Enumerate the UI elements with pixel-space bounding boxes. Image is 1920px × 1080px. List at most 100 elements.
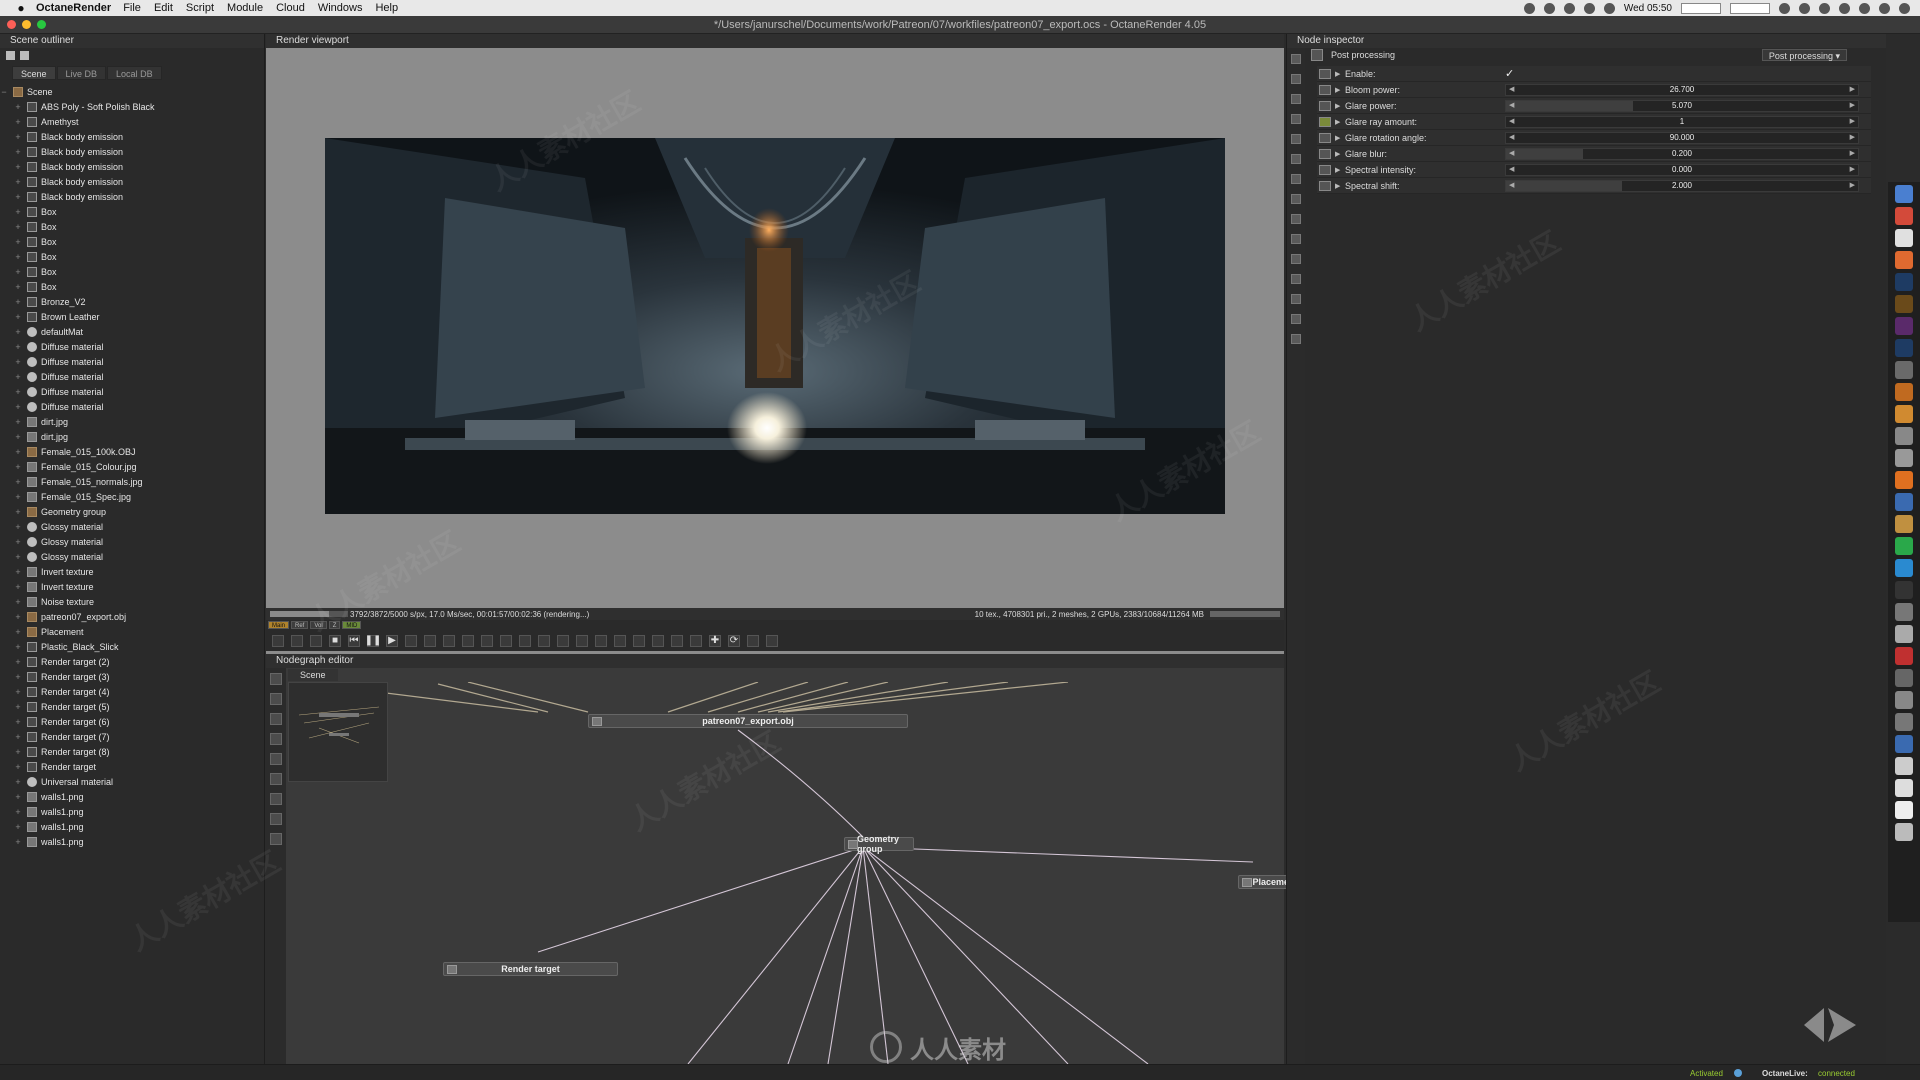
tree-item[interactable]: + walls1.png: [0, 804, 264, 819]
inspector-tool-icon[interactable]: [1291, 334, 1301, 344]
increment-arrow-icon[interactable]: ▶: [1850, 149, 1855, 159]
expand-icon[interactable]: +: [14, 762, 22, 772]
render-image[interactable]: [325, 138, 1225, 514]
tab-nodegraph-scene[interactable]: Scene: [288, 669, 338, 681]
pass-z-button[interactable]: Z: [328, 621, 341, 629]
blender-icon[interactable]: [1895, 471, 1913, 489]
move-icon[interactable]: ✚: [709, 634, 721, 647]
premiere-icon[interactable]: [1895, 317, 1913, 335]
menu-clock[interactable]: Wed 05:50: [1624, 3, 1672, 14]
tree-item[interactable]: + Box: [0, 264, 264, 279]
node-tool-icon[interactable]: [270, 753, 282, 765]
chrome-icon[interactable]: [1895, 207, 1913, 225]
node-tool-icon[interactable]: [270, 773, 282, 785]
tree-item[interactable]: + Box: [0, 279, 264, 294]
expand-icon[interactable]: +: [14, 822, 22, 832]
tree-item[interactable]: + Black body emission: [0, 144, 264, 159]
expand-icon[interactable]: +: [14, 282, 22, 292]
tree-item[interactable]: + Invert texture: [0, 564, 264, 579]
expand-icon[interactable]: +: [14, 582, 22, 592]
expand-icon[interactable]: +: [14, 192, 22, 202]
apple-menu-icon[interactable]: ●: [14, 1, 28, 15]
time-machine-icon[interactable]: [1799, 2, 1810, 14]
expand-icon[interactable]: +: [14, 147, 22, 157]
region-icon[interactable]: [500, 634, 512, 647]
expand-icon[interactable]: +: [14, 132, 22, 142]
node-tool-icon[interactable]: [270, 713, 282, 725]
decal-icon[interactable]: [481, 634, 493, 647]
expand-icon[interactable]: +: [14, 297, 22, 307]
save-image-icon[interactable]: [671, 634, 683, 647]
tree-item[interactable]: + patreon07_export.obj: [0, 609, 264, 624]
expand-icon[interactable]: +: [14, 387, 22, 397]
tree-item[interactable]: + Female_015_Colour.jpg: [0, 459, 264, 474]
tree-item[interactable]: + ABS Poly - Soft Polish Black: [0, 99, 264, 114]
dropbox-icon[interactable]: [1563, 2, 1575, 14]
expand-icon[interactable]: +: [14, 657, 22, 667]
app-icon[interactable]: [1895, 581, 1913, 599]
tree-item[interactable]: + Black body emission: [0, 189, 264, 204]
bluetooth-icon[interactable]: [1819, 2, 1830, 14]
tree-item[interactable]: + walls1.png: [0, 819, 264, 834]
expand-param-icon[interactable]: ▶: [1335, 118, 1345, 126]
tree-item[interactable]: + Diffuse material: [0, 369, 264, 384]
tree-item[interactable]: + Render target (5): [0, 699, 264, 714]
spotify-icon[interactable]: [1895, 537, 1913, 555]
node-tool-icon[interactable]: [270, 693, 282, 705]
subsample-icon[interactable]: [462, 634, 474, 647]
tree-item[interactable]: + Box: [0, 249, 264, 264]
app-icon[interactable]: [1895, 625, 1913, 643]
expand-icon[interactable]: +: [14, 492, 22, 502]
enable-checkbox[interactable]: ✓: [1505, 68, 1859, 80]
app-icon[interactable]: [1895, 603, 1913, 621]
search-icon[interactable]: [1879, 2, 1890, 14]
expand-icon[interactable]: +: [14, 687, 22, 697]
minimize-window-button[interactable]: [22, 20, 31, 29]
app-icon[interactable]: [1895, 405, 1913, 423]
menu-file[interactable]: File: [123, 2, 141, 14]
expand-param-icon[interactable]: ▶: [1335, 166, 1345, 174]
app-icon[interactable]: [1895, 361, 1913, 379]
param-slider[interactable]: ◀ 5.070 ▶: [1505, 99, 1859, 112]
expand-param-icon[interactable]: ▶: [1335, 70, 1345, 78]
param-pin-icon[interactable]: [1319, 180, 1331, 191]
expand-icon[interactable]: +: [14, 207, 22, 217]
expand-icon[interactable]: +: [14, 357, 22, 367]
tree-item[interactable]: + Glossy material: [0, 534, 264, 549]
expand-param-icon[interactable]: ▶: [1335, 182, 1345, 190]
close-window-button[interactable]: [7, 20, 16, 29]
param-slider[interactable]: ◀ 90.000 ▶: [1505, 131, 1859, 144]
node-tool-icon[interactable]: [270, 733, 282, 745]
tree-item[interactable]: + dirt.jpg: [0, 429, 264, 444]
expand-icon[interactable]: +: [14, 552, 22, 562]
render-region-icon[interactable]: [310, 634, 322, 647]
pause-render-icon[interactable]: ❚❚: [365, 634, 381, 647]
tree-item[interactable]: + Black body emission: [0, 174, 264, 189]
app-icon[interactable]: [1895, 757, 1913, 775]
tree-item[interactable]: + dirt.jpg: [0, 414, 264, 429]
app-icon[interactable]: [1895, 383, 1913, 401]
tree-item[interactable]: + Render target (4): [0, 684, 264, 699]
folder-icon[interactable]: [1895, 735, 1913, 753]
expand-icon[interactable]: +: [14, 807, 22, 817]
expand-icon[interactable]: +: [14, 102, 22, 112]
param-slider[interactable]: ◀ 0.000 ▶: [1505, 163, 1859, 176]
tree-item[interactable]: + Placement: [0, 624, 264, 639]
pass-main-button[interactable]: Main: [268, 621, 290, 629]
photoshop-icon[interactable]: [1895, 273, 1913, 291]
tree-item[interactable]: + Noise texture: [0, 594, 264, 609]
status-icon[interactable]: [1603, 2, 1615, 14]
expand-icon[interactable]: +: [14, 567, 22, 577]
wifi-icon[interactable]: [1839, 2, 1850, 14]
node-patreon07-obj[interactable]: patreon07_export.obj: [588, 714, 908, 728]
expand-param-icon[interactable]: ▶: [1335, 86, 1345, 94]
outliner-tool-icon[interactable]: [6, 50, 15, 60]
document-icon[interactable]: [1895, 779, 1913, 797]
expand-icon[interactable]: +: [14, 177, 22, 187]
inspector-tool-icon[interactable]: [1291, 154, 1301, 164]
tree-item[interactable]: + Box: [0, 234, 264, 249]
tree-item[interactable]: + Female_015_normals.jpg: [0, 474, 264, 489]
node-geometry-group[interactable]: Geometry group: [844, 834, 914, 854]
expand-icon[interactable]: +: [14, 837, 22, 847]
expand-icon[interactable]: +: [14, 327, 22, 337]
